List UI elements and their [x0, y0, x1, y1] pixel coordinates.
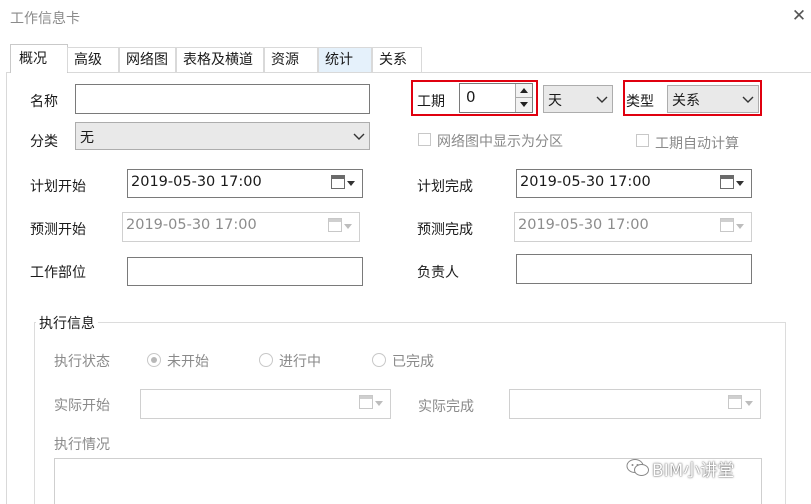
chevron-down-icon: [742, 96, 754, 103]
arrow-down-icon: [520, 102, 528, 107]
tab-network[interactable]: 网络图: [119, 47, 176, 72]
chevron-down-icon: [596, 96, 608, 103]
tab-table-gantt[interactable]: 表格及横道: [176, 47, 264, 72]
owner-label: 负责人: [417, 265, 459, 281]
plan-start-value: 2019-05-30 17:00: [131, 174, 262, 190]
forecast-finish-value: 2019-05-30 17:00: [518, 217, 649, 233]
calendar-icon: [359, 395, 373, 409]
plan-finish-label: 计划完成: [417, 179, 473, 195]
close-icon[interactable]: ✕: [789, 6, 809, 26]
duration-unit-value: 天: [548, 93, 562, 109]
name-input[interactable]: [75, 84, 370, 114]
window-title: 工作信息卡: [10, 11, 80, 27]
calendar-icon[interactable]: [331, 175, 345, 189]
plan-finish-value: 2019-05-30 17:00: [520, 174, 651, 190]
calendar-icon: [328, 218, 342, 232]
forecast-finish-picker: 2019-05-30 17:00: [514, 212, 752, 242]
type-value: 关系: [672, 93, 700, 109]
plan-finish-picker[interactable]: 2019-05-30 17:00: [516, 169, 752, 198]
caret-down-icon: [736, 181, 744, 186]
status-radio-in-progress: [259, 353, 273, 367]
chevron-down-icon: [353, 133, 365, 140]
status-radio-not-started: [147, 353, 161, 367]
title-bar: [0, 0, 811, 38]
status-option-completed: 已完成: [392, 354, 434, 370]
forecast-start-value: 2019-05-30 17:00: [126, 217, 257, 233]
spin-down-button[interactable]: [515, 98, 532, 112]
caret-down-icon: [347, 181, 355, 186]
department-input[interactable]: [127, 257, 363, 286]
status-option-not-started: 未开始: [167, 354, 209, 370]
duration-value: 0: [466, 88, 476, 106]
department-label: 工作部位: [30, 265, 86, 281]
execution-group-title: 执行信息: [36, 313, 98, 333]
plan-start-picker[interactable]: 2019-05-30 17:00: [127, 169, 363, 198]
status-radio-completed: [372, 353, 386, 367]
watermark-text: BIM小讲堂: [652, 461, 735, 481]
show-partition-checkbox[interactable]: [418, 133, 431, 146]
category-value: 无: [80, 130, 94, 146]
arrow-up-icon: [520, 88, 528, 93]
owner-input[interactable]: [516, 254, 752, 284]
tab-overview[interactable]: 概况: [10, 44, 68, 73]
actual-finish-label: 实际完成: [418, 399, 474, 415]
calendar-icon: [728, 395, 742, 409]
actual-finish-picker: [509, 389, 761, 419]
category-label: 分类: [30, 134, 58, 150]
duration-unit-select[interactable]: 天: [543, 85, 613, 113]
type-label: 类型: [626, 94, 654, 110]
duration-stepper[interactable]: 0: [459, 83, 533, 113]
caret-down-icon: [375, 401, 383, 406]
plan-start-label: 计划开始: [30, 179, 86, 195]
tab-statistics[interactable]: 统计: [318, 47, 372, 72]
type-select[interactable]: 关系: [667, 85, 759, 113]
caret-down-icon: [736, 224, 744, 229]
auto-duration-checkbox[interactable]: [636, 134, 649, 147]
actual-start-picker: [140, 389, 391, 419]
category-select[interactable]: 无: [75, 122, 370, 150]
caret-down-icon: [745, 401, 753, 406]
forecast-finish-label: 预测完成: [417, 222, 473, 238]
forecast-start-picker: 2019-05-30 17:00: [122, 212, 360, 242]
name-label: 名称: [30, 94, 58, 110]
caret-down-icon: [344, 224, 352, 229]
duration-label: 工期: [417, 94, 445, 110]
wechat-icon: [626, 458, 650, 478]
status-label: 执行状态: [54, 354, 110, 370]
auto-duration-label: 工期自动计算: [655, 136, 739, 152]
calendar-icon: [720, 218, 734, 232]
tab-resource[interactable]: 资源: [264, 47, 318, 72]
actual-start-label: 实际开始: [54, 398, 110, 414]
notes-label: 执行情况: [54, 437, 110, 453]
show-partition-label: 网络图中显示为分区: [437, 134, 563, 150]
status-option-in-progress: 进行中: [279, 354, 321, 370]
spin-up-button[interactable]: [515, 84, 532, 98]
tab-relations[interactable]: 关系: [372, 47, 422, 72]
tab-advanced[interactable]: 高级: [67, 47, 119, 72]
calendar-icon[interactable]: [720, 175, 734, 189]
forecast-start-label: 预测开始: [30, 222, 86, 238]
